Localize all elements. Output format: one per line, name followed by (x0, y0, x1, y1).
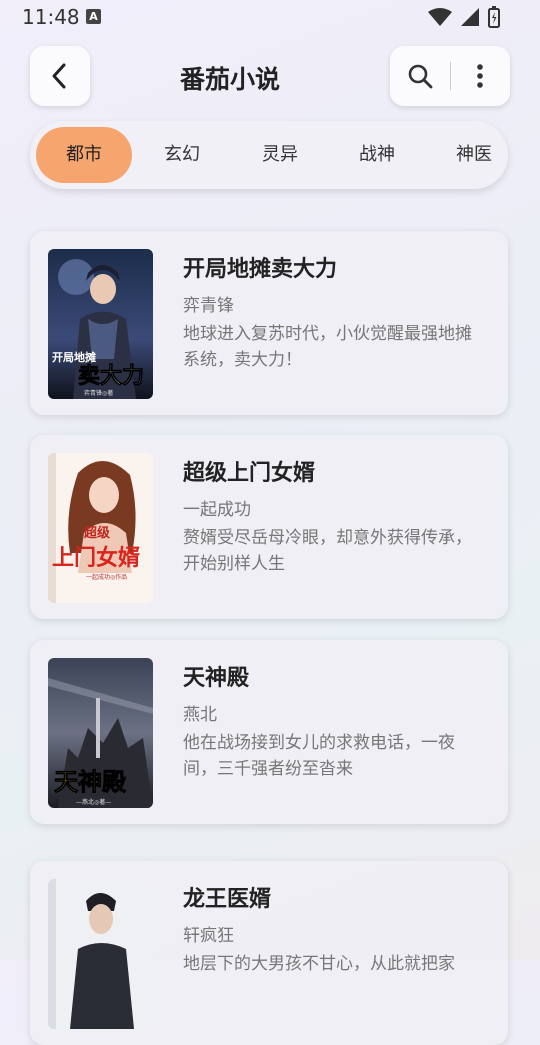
action-group (390, 46, 510, 106)
book-cover[interactable]: 天神殿 —燕北◎著— (48, 658, 153, 808)
tab-shenyi[interactable]: 神医 (426, 127, 508, 183)
book-card[interactable]: 超级 上门女婿 一起成功◎作品 超级上门女婿 一起成功 赘婿受尽岳母冷眼，却意外… (30, 435, 508, 619)
cover-byline: 一起成功◎作品 (86, 573, 127, 581)
book-description: 地球进入复苏时代，小伙觉醒最强地摊系统，卖大力！ (183, 324, 472, 370)
search-button[interactable] (390, 46, 450, 106)
cover-title: 天神殿 (54, 768, 127, 796)
search-icon (408, 64, 433, 89)
book-cover[interactable]: 超级 上门女婿 一起成功◎作品 (48, 453, 153, 603)
book-author: 燕北 (183, 705, 217, 725)
more-button[interactable] (451, 46, 511, 106)
top-bar: 番茄小说 (0, 46, 540, 108)
tab-lingyi[interactable]: 灵异 (232, 127, 328, 183)
cover-byline: —燕北◎著— (76, 798, 111, 806)
cover-title: 卖大力 (78, 363, 144, 389)
book-author: 一起成功 (183, 500, 251, 520)
signal-icon (461, 8, 479, 26)
book-card[interactable]: 开局地摊 卖大力 弈青锋◎著 开局地摊卖大力 弈青锋 地球进入复苏时代，小伙觉醒… (30, 231, 508, 415)
status-time: 11:48 (22, 5, 80, 29)
book-title: 天神殿 (183, 666, 250, 691)
notification-badge-icon: A (86, 9, 101, 24)
tab-dushi[interactable]: 都市 (36, 127, 132, 183)
book-description: 赘婿受尽岳母冷眼，却意外获得传承，开始别样人生 (183, 528, 472, 574)
cover-subtitle: 超级 (84, 525, 111, 541)
status-icons (428, 6, 500, 28)
battery-icon (488, 6, 500, 28)
book-description: 他在战场接到女儿的求救电话，一夜间，三千强者纷至沓来 (183, 733, 455, 779)
book-cover[interactable] (48, 879, 153, 1029)
book-author: 轩疯狂 (183, 926, 234, 946)
cover-byline: 弈青锋◎著 (84, 389, 113, 397)
book-description: 地层下的大男孩不甘心，从此就把家 (183, 954, 455, 974)
book-title: 开局地摊卖大力 (183, 257, 338, 282)
book-card[interactable]: 天神殿 —燕北◎著— 天神殿 燕北 他在战场接到女儿的求救电话，一夜间，三千强者… (30, 640, 508, 824)
book-title: 超级上门女婿 (183, 461, 316, 486)
wifi-icon (428, 8, 452, 26)
book-author: 弈青锋 (183, 296, 234, 316)
more-vertical-icon (477, 64, 484, 88)
cover-subtitle: 开局地摊 (52, 350, 96, 364)
status-bar: 11:48 A (0, 0, 540, 34)
book-cover[interactable]: 开局地摊 卖大力 弈青锋◎著 (48, 249, 153, 399)
cover-title: 上门女婿 (52, 545, 140, 571)
tab-xuanhuan[interactable]: 玄幻 (134, 127, 230, 183)
tab-zhanshen[interactable]: 战神 (329, 127, 425, 183)
book-card[interactable]: 龙王医婿 轩疯狂 地层下的大男孩不甘心，从此就把家 (30, 861, 508, 1045)
category-tabs: 都市 玄幻 灵异 战神 神医 (30, 121, 508, 189)
book-title: 龙王医婿 (183, 887, 272, 912)
